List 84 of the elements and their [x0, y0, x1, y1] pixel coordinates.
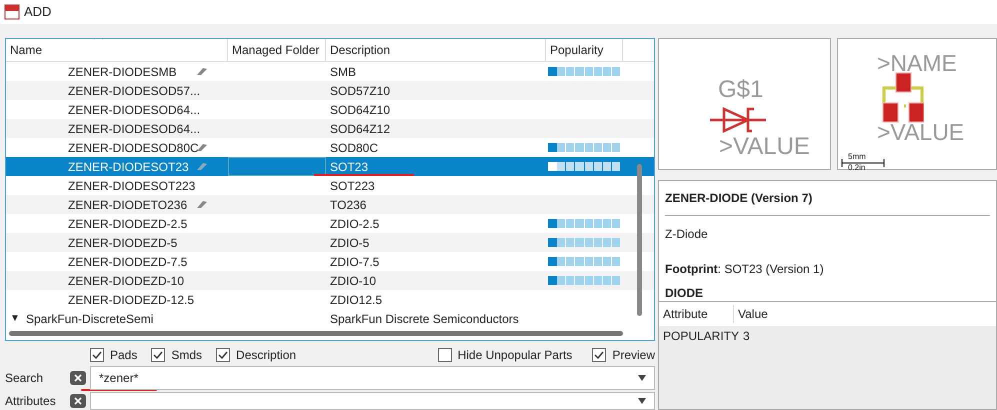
table-cell: ZENER-DIODEZD-5	[68, 236, 178, 250]
table-row[interactable]: ZENER-DIODESOT23 SOT23	[6, 157, 654, 176]
table-cell: ZENER-DIODESOD64...	[68, 122, 200, 136]
table-cell: ZENER-DIODEZD-7.5	[68, 254, 188, 268]
table-cell-text: ZDIO-2.5	[330, 216, 380, 232]
table-row[interactable]: ZENER-DIODEZD-5 ZDIO-5	[6, 233, 654, 252]
zener-diode-symbol	[710, 107, 766, 133]
table-cell: ZENER-DIODEZD-10	[68, 274, 184, 288]
checkbox-label: Smds	[171, 347, 202, 364]
table-cell: ZENER-DIODESOT23	[68, 160, 189, 174]
footprint-drawing	[882, 71, 924, 125]
table-cell: ZENER-DIODESOT223	[68, 178, 196, 192]
table-cell-text: 3	[743, 328, 750, 345]
scale-label: 5mm	[848, 153, 866, 161]
checkbox[interactable]	[216, 348, 230, 362]
dropdown-arrow-icon[interactable]	[638, 398, 646, 404]
horizontal-scrollbar[interactable]	[9, 331, 623, 336]
attributes-label: Attributes	[5, 394, 57, 408]
popularity-meter	[548, 219, 620, 228]
table-cell-text: SOT23	[330, 158, 368, 176]
checkbox[interactable]	[90, 348, 104, 362]
part-title: ZENER-DIODE (Version 7)	[665, 181, 990, 216]
table-cell-text: ZDIO12.5	[330, 292, 382, 308]
scale-label: 0.2in	[848, 164, 866, 172]
package-value-label: >VALUE	[877, 121, 964, 144]
clear-search-icon[interactable]	[70, 371, 86, 385]
attributes-field[interactable]	[90, 392, 655, 410]
table-cell: ZENER-DIODESOD57...	[68, 84, 200, 98]
checkbox-label: Hide Unpopular Parts	[458, 347, 572, 364]
checkbox-label: Description	[236, 347, 296, 364]
popularity-meter	[548, 276, 620, 285]
popularity-meter	[548, 257, 620, 266]
table-cell-text: SOD64Z12	[330, 120, 390, 138]
table-cell-text: ZDIO-10	[330, 272, 376, 290]
part-description: Z-Diode	[665, 226, 709, 243]
table-row[interactable]: ZENER-DIODESOD64... SOD64Z12	[6, 119, 654, 138]
table-cell-text: ZDIO-7.5	[330, 254, 380, 270]
expand-toggle[interactable]: ▼	[6, 311, 22, 326]
popularity-meter	[548, 238, 620, 247]
column-header[interactable]: Popularity	[546, 39, 623, 61]
table-cell-text: POPULARITY	[663, 328, 740, 345]
clear-attributes-icon[interactable]	[70, 394, 86, 408]
symbol-value-label: >VALUE	[719, 135, 810, 159]
popularity-meter	[548, 162, 620, 171]
search-field[interactable]: *zener*	[90, 366, 655, 390]
vertical-scrollbar[interactable]	[637, 164, 642, 316]
column-header[interactable]: Name	[6, 39, 228, 61]
table-cell: ZENER-DIODEZD-2.5	[68, 216, 188, 230]
package-name-label: >NAME	[877, 52, 957, 75]
table-cell-text: TO236	[330, 196, 366, 214]
table-cell: ZENER-DIODESOD80C	[68, 140, 199, 154]
checkbox-label: Pads	[110, 347, 138, 364]
table-cell-text: SOD80C	[330, 140, 378, 156]
table-row[interactable]: ZENER-DIODEZD-10 ZDIO-10	[6, 271, 654, 290]
table-cell-text: SOD57Z10	[330, 82, 390, 100]
table-cell-text: ZDIO-5	[330, 234, 370, 252]
table-cell: ZENER-DIODESMB	[68, 64, 177, 78]
column-header[interactable]: Value	[734, 305, 772, 323]
popularity-meter	[548, 67, 620, 76]
column-header[interactable]: Managed Folder	[228, 39, 326, 61]
section-heading: DIODE	[665, 286, 704, 300]
search-label: Search	[5, 370, 44, 387]
table-cell: ZENER-DIODESOD64...	[68, 102, 200, 116]
table-cell-text: SOT223	[330, 178, 375, 194]
popularity-meter	[548, 143, 620, 152]
window-title: ADD	[24, 3, 52, 22]
group-name: SparkFun-DiscreteSemi	[25, 310, 154, 328]
checkbox[interactable]	[438, 348, 452, 362]
dropdown-arrow-icon[interactable]	[638, 375, 646, 381]
app-icon	[4, 4, 20, 20]
column-header[interactable]: Attribute	[659, 305, 734, 323]
table-cell: ZENER-DIODETO236	[68, 198, 188, 212]
table-cell-text: SMB	[330, 64, 356, 80]
group-description: SparkFun Discrete Semiconductors	[329, 310, 519, 328]
symbol-name-label: G$1	[718, 78, 764, 102]
table-row[interactable]: ZENER-DIODESOD57... SOD57Z10	[6, 81, 654, 100]
table-cell-text: SOD64Z10	[330, 102, 390, 118]
footprint-info: Footprint: SOT23 (Version 1)	[665, 261, 825, 278]
table-row[interactable]: ZENER-DIODETO236 TO236	[6, 195, 654, 214]
checkbox[interactable]	[151, 348, 166, 362]
checkbox[interactable]	[592, 348, 606, 362]
table-cell: ZENER-DIODEZD-12.5	[68, 292, 194, 306]
checkbox-label: Preview	[612, 347, 655, 364]
column-header[interactable]: Description	[326, 39, 546, 61]
